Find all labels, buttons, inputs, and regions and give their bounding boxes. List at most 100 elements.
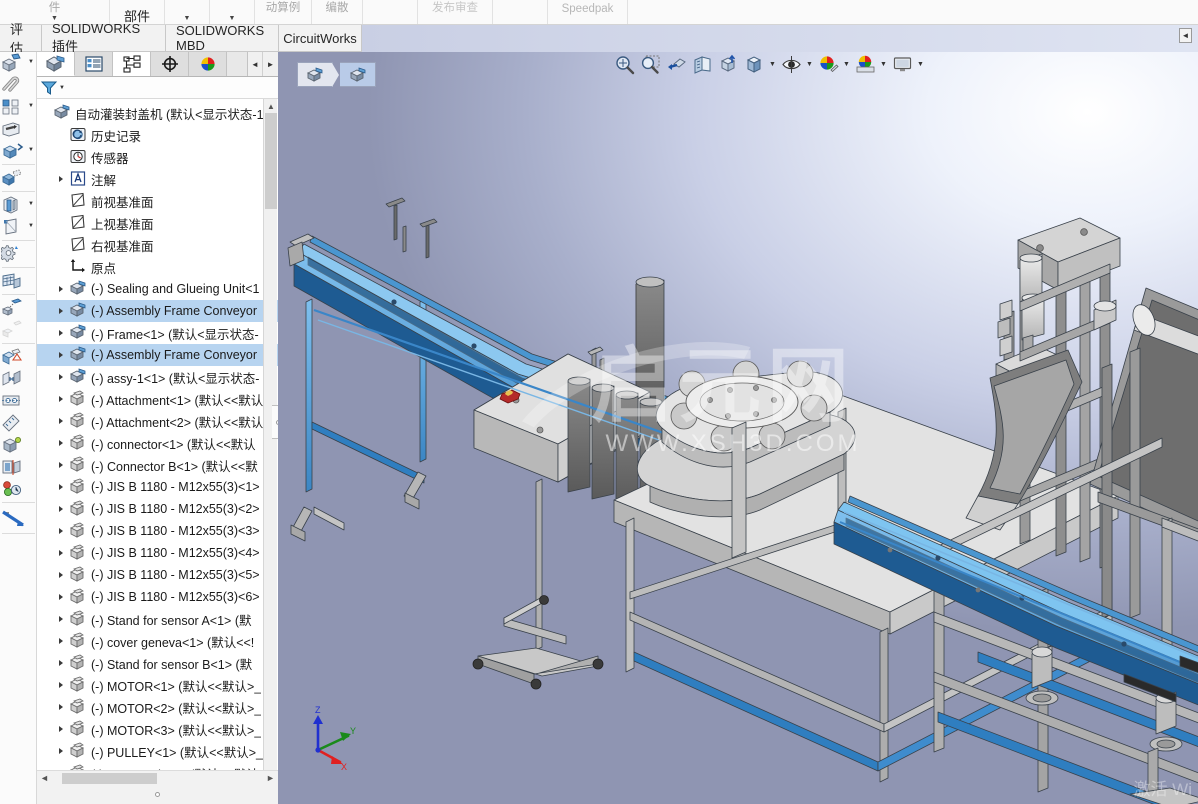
chevron-down-icon[interactable]: ▼ bbox=[28, 201, 34, 207]
scroll-right-button[interactable]: ► bbox=[263, 773, 278, 783]
tree-item[interactable]: 原点 bbox=[37, 256, 278, 278]
previous-view-icon[interactable] bbox=[664, 53, 688, 77]
tree-item[interactable]: 前视基准面 bbox=[37, 190, 278, 212]
mate-button[interactable] bbox=[0, 74, 36, 96]
move-component-button[interactable]: ▼ bbox=[0, 140, 36, 162]
chevron-down-icon[interactable]: ▼ bbox=[59, 85, 65, 91]
apply-scene-icon[interactable] bbox=[853, 53, 877, 77]
tree-expand-arrow-icon[interactable] bbox=[53, 462, 69, 468]
tree-expand-arrow-icon[interactable] bbox=[53, 682, 69, 688]
tree-item[interactable]: 注解 bbox=[37, 168, 278, 190]
chevron-down-icon[interactable]: ▼ bbox=[805, 61, 814, 68]
tab-solidworks-mbd[interactable]: SOLIDWORKS MBD bbox=[166, 23, 279, 53]
breadcrumb-assembly-selected[interactable] bbox=[340, 62, 376, 87]
tree-item[interactable]: (-) Stand for sensor B<1> (默 bbox=[37, 652, 278, 674]
chevron-down-icon[interactable]: ▼ bbox=[28, 147, 34, 153]
ribbon-cell[interactable] bbox=[493, 0, 548, 24]
chevron-down-icon[interactable]: ▼ bbox=[768, 61, 777, 68]
section-view-icon[interactable] bbox=[690, 53, 714, 77]
tree-expand-arrow-icon[interactable] bbox=[53, 550, 69, 556]
breadcrumb-assembly-root[interactable] bbox=[297, 62, 339, 87]
scrollbar-thumb[interactable] bbox=[265, 113, 277, 209]
ribbon-cell[interactable] bbox=[363, 0, 418, 24]
tab-dimxpert-manager[interactable] bbox=[151, 52, 189, 76]
tree-item[interactable]: (-) cover geneva<1> (默认<<! bbox=[37, 630, 278, 652]
ribbon-cell[interactable]: 发布审查 bbox=[418, 0, 493, 24]
tree-item[interactable]: (-) Attachment<2> (默认<<默认 bbox=[37, 410, 278, 432]
show-hidden-components-button[interactable] bbox=[0, 167, 36, 189]
tree-item[interactable]: 传感器 bbox=[37, 146, 278, 168]
scrollbar-thumb[interactable] bbox=[62, 772, 157, 784]
tree-item[interactable]: (-) connector<1> (默认<<默认 bbox=[37, 432, 278, 454]
chevron-down-icon[interactable]: ▼ bbox=[28, 103, 34, 109]
scrollbar-track[interactable] bbox=[52, 772, 263, 785]
sensor-button[interactable] bbox=[0, 478, 36, 500]
tree-item[interactable]: (-) MOTOR<3> (默认<<默认>_ bbox=[37, 718, 278, 740]
tab-circuitworks[interactable]: CircuitWorks bbox=[279, 25, 362, 52]
tree-expand-arrow-icon[interactable] bbox=[53, 704, 69, 710]
feature-tree-filter-bar[interactable]: ▼ bbox=[37, 77, 278, 99]
chevron-down-icon[interactable]: ▼ bbox=[916, 61, 925, 68]
tree-expand-arrow-icon[interactable] bbox=[53, 616, 69, 622]
chevron-down-icon[interactable]: ▼ bbox=[842, 61, 851, 68]
hide-show-items-icon[interactable] bbox=[779, 53, 803, 77]
tree-item[interactable]: (-) Sealing and Glueing Unit<1 bbox=[37, 278, 278, 300]
chevron-down-icon[interactable]: ▼ bbox=[184, 15, 191, 23]
tab-property-manager[interactable] bbox=[75, 52, 113, 76]
tree-expand-arrow-icon[interactable] bbox=[53, 308, 69, 314]
tab-display-manager[interactable] bbox=[189, 52, 227, 76]
tab-configuration-manager[interactable] bbox=[113, 52, 151, 76]
tree-expand-arrow-icon[interactable] bbox=[53, 594, 69, 600]
tree-item[interactable]: 上视基准面 bbox=[37, 212, 278, 234]
chevron-down-icon[interactable]: ▼ bbox=[28, 223, 34, 229]
ribbon-cell[interactable]: 编散 bbox=[312, 0, 363, 24]
tree-expand-arrow-icon[interactable] bbox=[53, 286, 69, 292]
zoom-to-fit-icon[interactable] bbox=[612, 53, 636, 77]
panel-resize-grip[interactable] bbox=[37, 785, 278, 804]
tree-expand-arrow-icon[interactable] bbox=[53, 176, 69, 182]
graphics-viewport[interactable]: 启元网 WWW.XSH3D.COM Z Y X 激活 Wi bbox=[278, 52, 1198, 804]
tree-item[interactable]: (-) Frame<1> (默认<显示状态- bbox=[37, 322, 278, 344]
view-orientation-icon[interactable] bbox=[716, 53, 740, 77]
chevron-down-icon[interactable]: ▼ bbox=[229, 15, 236, 23]
edit-appearance-icon[interactable] bbox=[816, 53, 840, 77]
tree-item[interactable]: 历史记录 bbox=[37, 124, 278, 146]
tree-expand-arrow-icon[interactable] bbox=[53, 484, 69, 490]
tab-evaluate[interactable]: 评估 bbox=[0, 22, 42, 56]
tab-solidworks-addins[interactable]: SOLIDWORKS 插件 bbox=[42, 21, 166, 54]
tree-expand-arrow-icon[interactable] bbox=[53, 528, 69, 534]
tree-item[interactable]: (-) JIS B 1180 - M12x55(3)<1> bbox=[37, 476, 278, 498]
feature-manager-design-tree[interactable]: 自动灌装封盖机 (默认<显示状态-1>^ 历史记录传感器注解前视基准面上视基准面右… bbox=[37, 99, 278, 782]
interference-detection-button[interactable] bbox=[0, 346, 36, 368]
section-properties-button[interactable] bbox=[0, 456, 36, 478]
tree-expand-arrow-icon[interactable] bbox=[53, 748, 69, 754]
explode-line-sketch-button[interactable] bbox=[0, 319, 36, 341]
tree-item[interactable]: (-) MOTOR<2> (默认<<默认>_ bbox=[37, 696, 278, 718]
hole-alignment-button[interactable] bbox=[0, 390, 36, 412]
tree-expand-arrow-icon[interactable] bbox=[53, 374, 69, 380]
bill-of-materials-button[interactable] bbox=[0, 270, 36, 292]
tree-item[interactable]: (-) Attachment<1> (默认<<默认 bbox=[37, 388, 278, 410]
tree-item[interactable]: (-) Assembly Frame Conveyor bbox=[37, 344, 278, 366]
tree-vertical-scrollbar[interactable]: ▲ ▼ bbox=[263, 99, 277, 782]
tree-item[interactable]: (-) Stand for sensor A<1> (默 bbox=[37, 608, 278, 630]
chevron-down-icon[interactable]: ▼ bbox=[28, 59, 34, 65]
ribbon-cell[interactable]: Speedpak bbox=[548, 0, 628, 24]
viewport-layout-icon[interactable] bbox=[890, 53, 914, 77]
tree-expand-arrow-icon[interactable] bbox=[53, 572, 69, 578]
mass-properties-button[interactable] bbox=[0, 434, 36, 456]
tree-expand-arrow-icon[interactable] bbox=[53, 352, 69, 358]
ribbon-cell[interactable]: ▼ bbox=[165, 0, 210, 24]
tree-item[interactable]: 右视基准面 bbox=[37, 234, 278, 256]
scroll-up-button[interactable]: ▲ bbox=[264, 99, 278, 113]
tab-feature-manager-design-tree[interactable] bbox=[37, 52, 75, 76]
performance-evaluation-button[interactable] bbox=[0, 505, 36, 531]
tree-item[interactable]: (-) JIS B 1180 - M12x55(3)<6> bbox=[37, 586, 278, 608]
tree-item[interactable]: (-) JIS B 1180 - M12x55(3)<4> bbox=[37, 542, 278, 564]
tree-item[interactable]: (-) Connector B<1> (默认<<默 bbox=[37, 454, 278, 476]
ribbon-cell[interactable]: ▼ bbox=[210, 0, 255, 24]
tree-item[interactable]: (-) PULLEY<1> (默认<<默认>_ bbox=[37, 740, 278, 762]
collapse-panel-button[interactable]: ◄ bbox=[1179, 28, 1192, 43]
filter-icon[interactable] bbox=[41, 80, 58, 96]
tree-expand-arrow-icon[interactable] bbox=[53, 726, 69, 732]
